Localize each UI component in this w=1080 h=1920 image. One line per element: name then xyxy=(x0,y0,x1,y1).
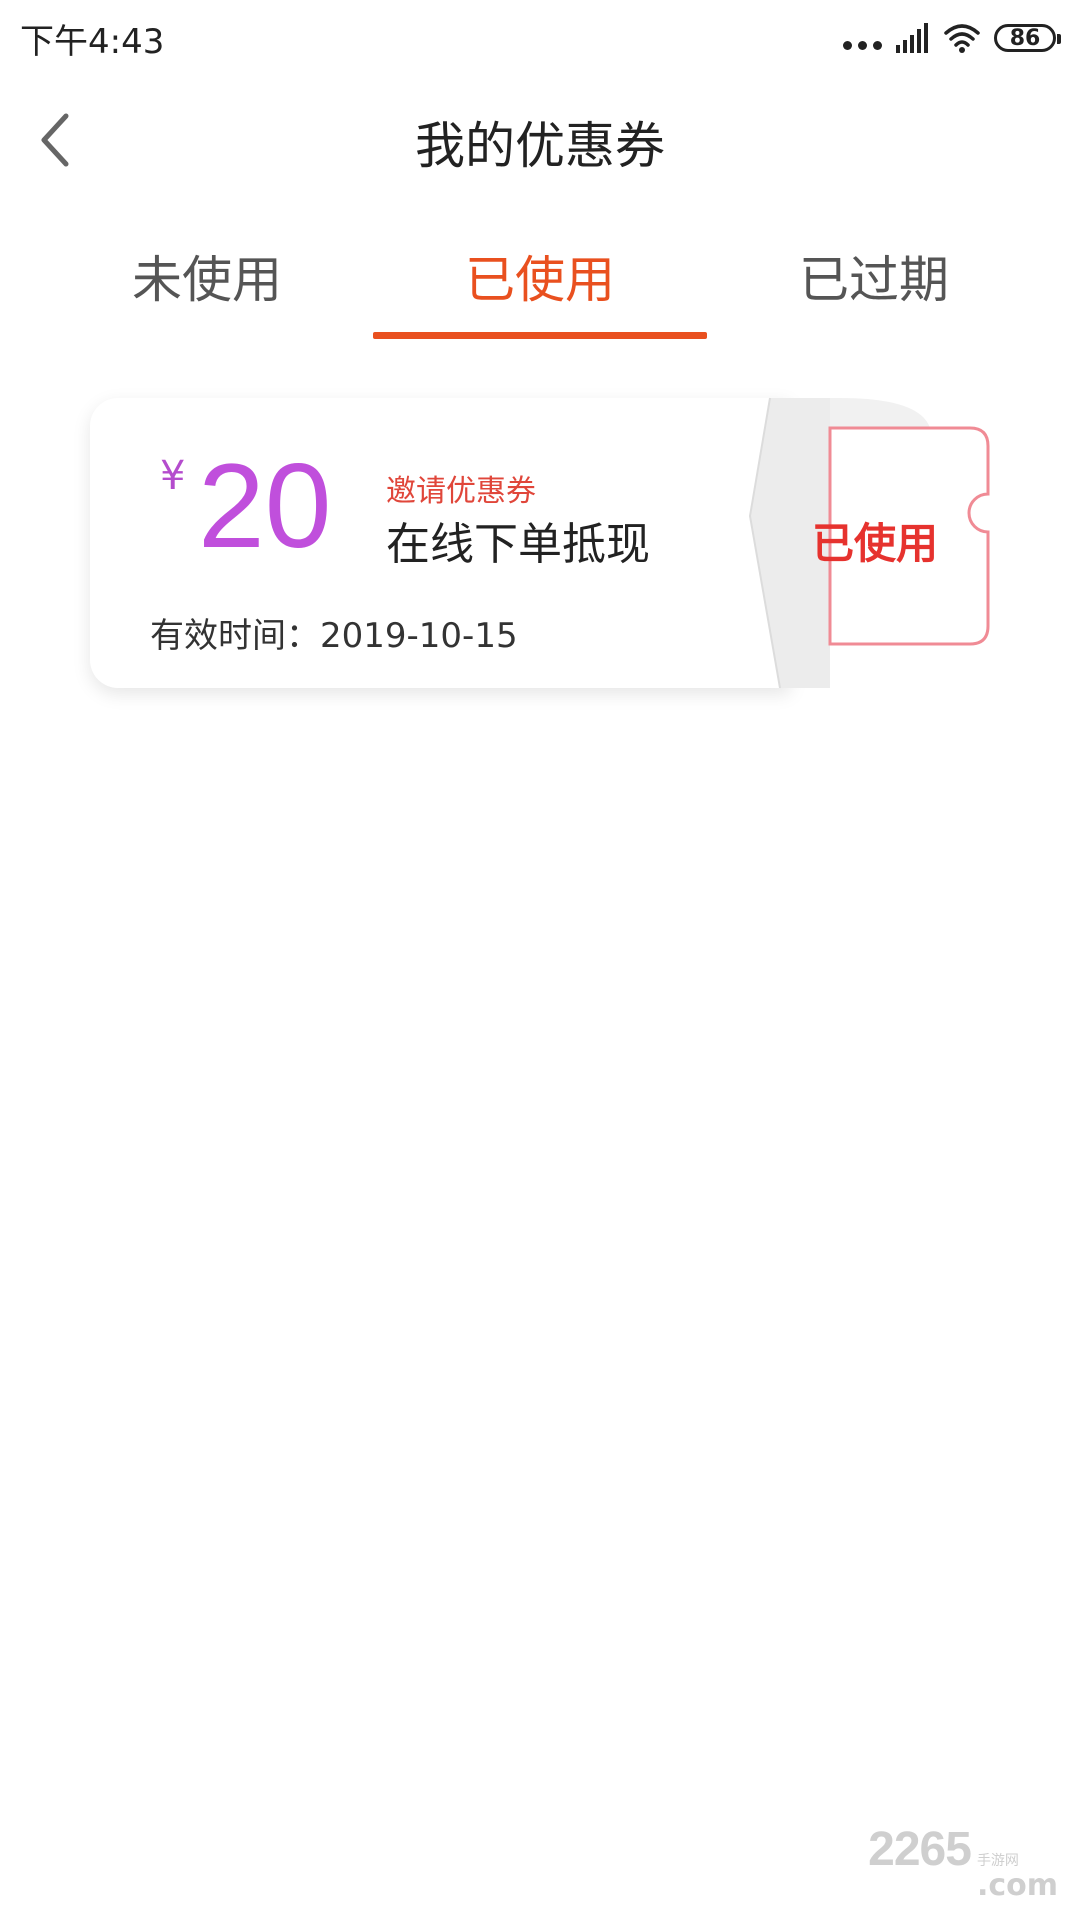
coupon-amount: 20 xyxy=(198,439,332,573)
tab-unused[interactable]: 未使用 xyxy=(40,240,374,312)
tab-used[interactable]: 已使用 xyxy=(373,240,707,312)
coupon-description: 在线下单抵现 xyxy=(386,519,650,570)
watermark-domain: .com xyxy=(976,1868,1058,1903)
battery-icon: 86 xyxy=(994,24,1061,52)
tab-bar: 未使用 已使用 已过期 xyxy=(0,220,1080,340)
watermark-site-name: 手游网 xyxy=(976,1852,1019,1869)
tab-expired[interactable]: 已过期 xyxy=(707,240,1041,312)
watermark-number: 2265 xyxy=(868,1822,972,1876)
page-title: 我的优惠券 xyxy=(415,117,665,175)
currency-symbol: ¥ xyxy=(160,453,186,499)
more-dots-icon xyxy=(843,40,882,50)
signal-icon xyxy=(896,23,928,53)
coupon-card[interactable]: ¥ 20 邀请优惠券 在线下单抵现 有效时间：2019-10-15 已使用 xyxy=(90,397,990,698)
status-time: 下午4:43 xyxy=(20,22,165,62)
coupon-status-badge: 已使用 xyxy=(811,519,938,568)
active-tab-indicator xyxy=(373,332,707,339)
watermark-logo: 2265 手游网 .com xyxy=(868,1822,1058,1902)
status-bar: 下午4:43 86 xyxy=(0,0,1080,76)
wifi-icon xyxy=(944,24,980,53)
header: 我的优惠券 xyxy=(0,76,1080,206)
coupon-type: 邀请优惠券 xyxy=(386,474,536,509)
status-icons: 86 xyxy=(843,18,1061,58)
coupon-validity: 有效时间：2019-10-15 xyxy=(150,616,518,656)
